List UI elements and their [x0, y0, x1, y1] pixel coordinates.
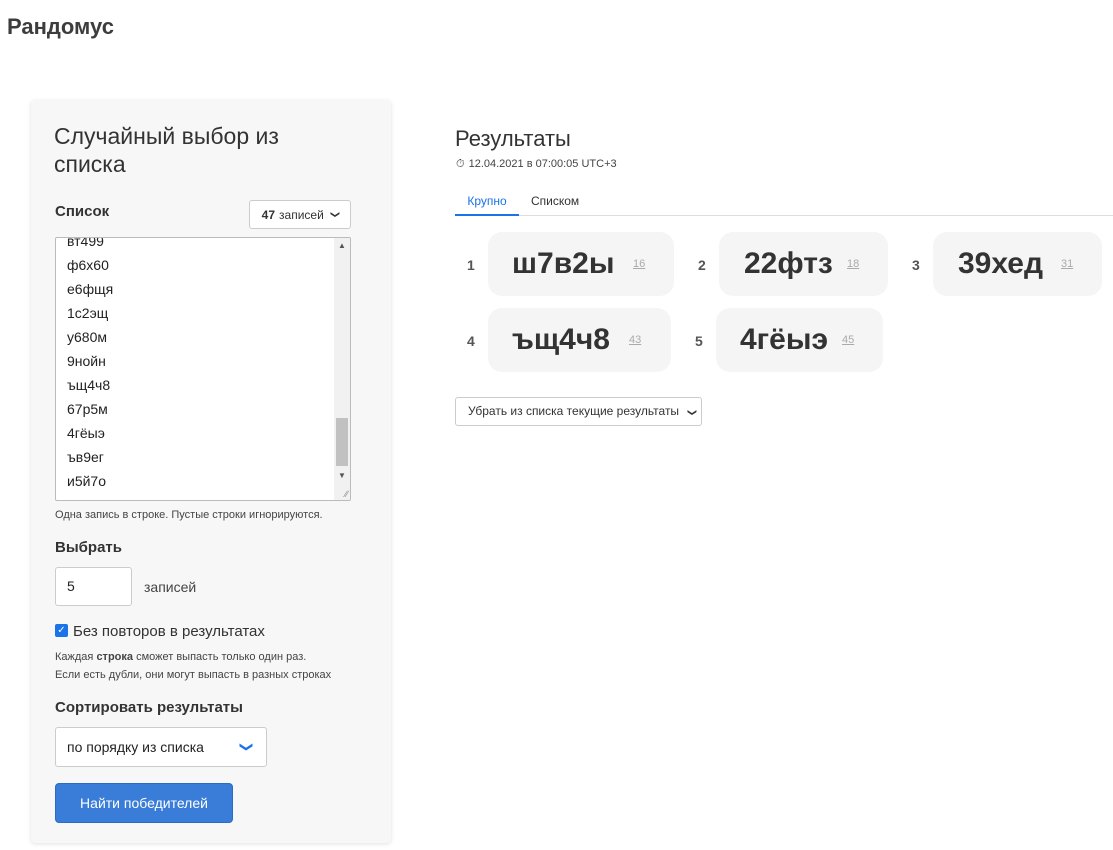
- result-card: ш7в2ы 16: [488, 232, 674, 296]
- tab-large[interactable]: Крупно: [455, 189, 519, 216]
- list-line: у680м: [67, 329, 107, 345]
- check-icon: ✓: [57, 625, 66, 636]
- sort-select[interactable]: по порядку из списка ❯: [55, 727, 267, 767]
- find-winners-button[interactable]: Найти победителей: [55, 783, 233, 823]
- list-line: 4гёыэ: [67, 425, 105, 441]
- result-value: 22фтз: [744, 247, 833, 280]
- sort-select-value: по порядку из списка: [67, 739, 204, 755]
- result-index-link[interactable]: 43: [629, 334, 641, 346]
- no-repeat-label[interactable]: Без повторов в результатах: [73, 623, 265, 640]
- list-line: 1с2эщ: [67, 305, 109, 321]
- list-line: и5й7о: [67, 473, 106, 489]
- list-line: ф6х60: [67, 257, 109, 273]
- hint-bold: строка: [96, 651, 134, 663]
- pick-unit-label: записей: [144, 579, 197, 595]
- result-value: ъщ4ч8: [512, 323, 610, 356]
- result-index-link[interactable]: 18: [847, 258, 859, 270]
- remove-results-label: Убрать из списка текущие результаты: [468, 404, 680, 418]
- entries-count-number: 47: [261, 207, 276, 222]
- list-textarea[interactable]: вт499 ф6х60 е6фщя 1с2эщ у680м 9нойн ъщ4ч…: [55, 237, 351, 501]
- result-value: 39хед: [958, 247, 1044, 280]
- sort-label: Сортировать результаты: [55, 699, 243, 716]
- entries-count-text: записей: [279, 207, 324, 222]
- pick-label: Выбрать: [55, 539, 122, 556]
- no-repeat-checkbox[interactable]: ✓: [55, 624, 68, 637]
- no-repeat-hint: Каждая строка сможет выпасть только один…: [55, 651, 306, 663]
- list-line: 9нойн: [67, 353, 106, 369]
- tab-list[interactable]: Списком: [531, 189, 579, 216]
- list-line: е6фщя: [67, 281, 114, 297]
- timestamp-text: 12.04.2021 в 07:00:05 UTC+3: [468, 158, 617, 170]
- textarea-scrollbar[interactable]: ▲ ▼: [334, 238, 350, 500]
- remove-results-dropdown[interactable]: Убрать из списка текущие результаты ❯: [455, 397, 702, 426]
- result-number: 4: [467, 333, 475, 349]
- result-value: ш7в2ы: [512, 247, 615, 280]
- list-label: Список: [55, 203, 110, 220]
- result-card: 22фтз 18: [719, 232, 888, 296]
- result-card: 4гёыэ 45: [716, 308, 883, 372]
- hint-text: Каждая: [55, 651, 97, 663]
- results-timestamp: ⏱ 12.04.2021 в 07:00:05 UTC+3: [456, 158, 617, 171]
- chevron-down-icon: ❯: [239, 741, 255, 753]
- form-title: Случайный выбор из списка: [54, 123, 279, 177]
- result-card: ъщ4ч8 43: [488, 308, 671, 372]
- chevron-down-icon: ❯: [330, 210, 341, 219]
- result-index-link[interactable]: 45: [842, 334, 854, 346]
- result-number: 3: [912, 257, 920, 273]
- results-tabs: Крупно Списком: [455, 189, 1113, 216]
- list-line: ъв9ег: [67, 449, 104, 465]
- result-index-link[interactable]: 16: [633, 258, 645, 270]
- scrollbar-thumb[interactable]: [336, 418, 348, 466]
- stopwatch-icon: ⏱: [456, 158, 465, 170]
- hint-text: сможет выпасть только один раз.: [133, 651, 307, 663]
- pick-count-input[interactable]: 5: [55, 567, 132, 606]
- result-number: 1: [467, 257, 475, 273]
- result-number: 5: [695, 333, 703, 349]
- result-card: 39хед 31: [933, 232, 1102, 296]
- results-title: Результаты: [455, 126, 571, 151]
- random-form-panel: Случайный выбор из списка Список 47 запи…: [31, 100, 391, 843]
- result-index-link[interactable]: 31: [1061, 258, 1073, 270]
- entries-count-dropdown[interactable]: 47 записей ❯: [249, 200, 351, 229]
- list-line: 67р5м: [67, 401, 108, 417]
- list-line: ъщ4ч8: [67, 377, 111, 393]
- scroll-down-arrow-icon[interactable]: ▼: [334, 468, 350, 484]
- list-line: вт499: [67, 237, 104, 249]
- result-value: 4гёыэ: [740, 323, 829, 356]
- chevron-down-icon: ❯: [687, 408, 698, 417]
- brand-logo-text[interactable]: Рандомус: [7, 14, 114, 40]
- list-hint: Одна запись в строке. Пустые строки игно…: [55, 509, 323, 521]
- scroll-up-arrow-icon[interactable]: ▲: [334, 238, 350, 254]
- no-repeat-hint-line2: Если есть дубли, они могут выпасть в раз…: [55, 669, 332, 681]
- result-number: 2: [698, 257, 706, 273]
- resize-handle-icon[interactable]: ∕∕: [345, 489, 348, 499]
